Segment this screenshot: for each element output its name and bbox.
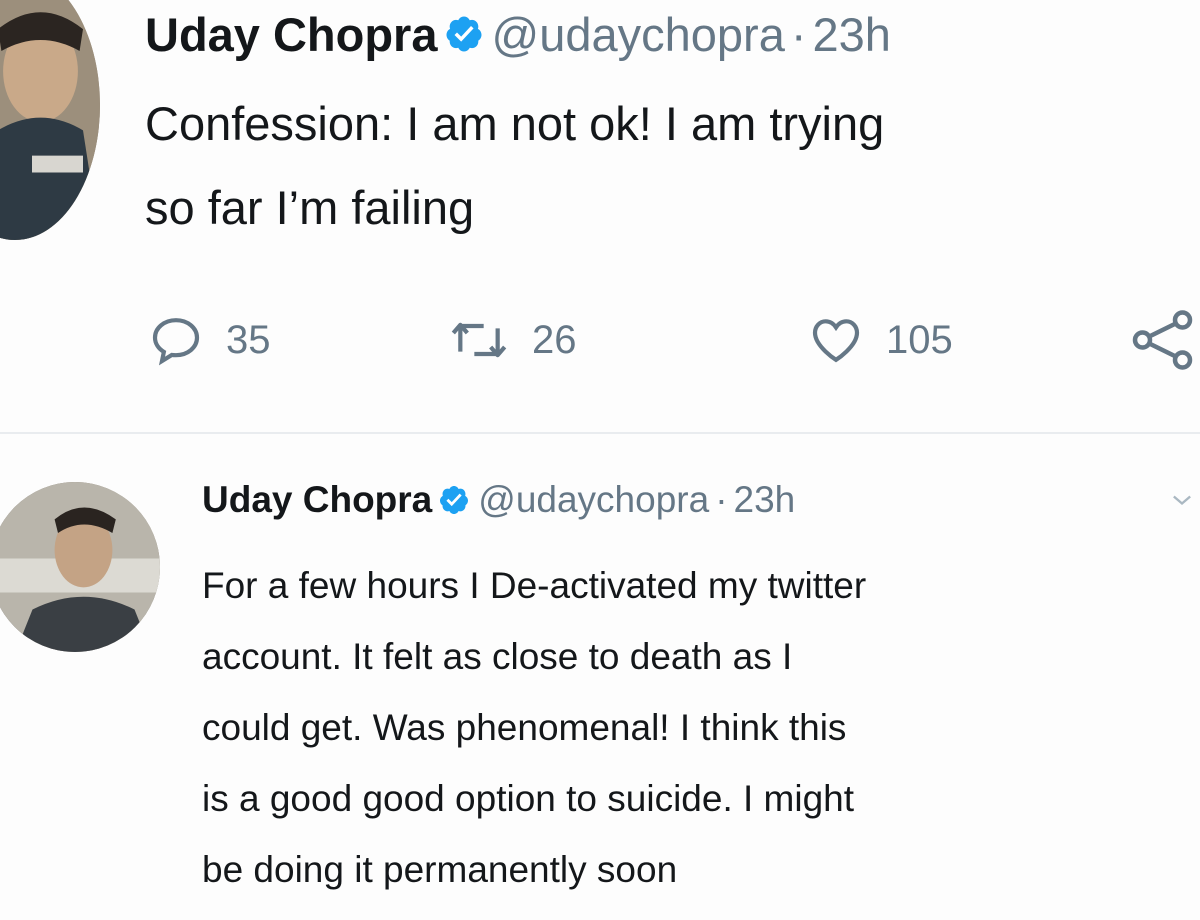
tweet[interactable]: Uday Chopra @udaychopra · 23h For a few …: [0, 432, 1200, 920]
tweet-text-line: account. It felt as close to death as I: [202, 636, 793, 677]
author-handle[interactable]: @udaychopra: [478, 479, 709, 521]
tweet-text-line: For a few hours I De-activated my twitte…: [202, 565, 867, 606]
avatar[interactable]: [0, 0, 100, 240]
like-count: 105: [886, 317, 953, 362]
tweet-text-line: could get. Was phenomenal! I think this: [202, 707, 847, 748]
avatar-photo: [0, 0, 100, 240]
tweet-text-line: so far I’m failing: [145, 181, 475, 234]
separator-dot: ·: [715, 479, 728, 520]
tweet-text-line: be doing it permanently soon: [202, 849, 678, 890]
reply-button[interactable]: 35: [148, 308, 271, 372]
share-button[interactable]: [1130, 308, 1200, 372]
tweet-header: Uday Chopra @udaychopra · 23h: [202, 474, 795, 526]
retweet-button[interactable]: 26: [448, 308, 577, 372]
chevron-down-icon: [1173, 495, 1191, 506]
retweet-icon: [448, 312, 510, 368]
twitter-feed: Uday Chopra @udaychopra · 23h Confession…: [0, 0, 1200, 920]
tweet-header: Uday Chopra @udaychopra · 23h: [145, 2, 891, 66]
avatar[interactable]: [0, 482, 160, 652]
reply-icon: [148, 312, 204, 368]
author-name[interactable]: Uday Chopra: [145, 7, 438, 62]
tweet[interactable]: Uday Chopra @udaychopra · 23h Confession…: [0, 0, 1200, 430]
author-handle[interactable]: @udaychopra: [492, 7, 785, 62]
timestamp[interactable]: 23h: [734, 479, 796, 521]
retweet-count: 26: [532, 317, 577, 362]
tweet-text-line: is a good good option to suicide. I migh…: [202, 778, 855, 819]
heart-icon: [808, 312, 864, 368]
like-button[interactable]: 105: [808, 308, 953, 372]
reply-count: 35: [226, 317, 271, 362]
tweet-text: For a few hours I De-activated my twitte…: [202, 550, 866, 905]
tweet-text-line: Confession: I am not ok! I am trying: [145, 97, 885, 150]
timestamp[interactable]: 23h: [813, 7, 891, 62]
verified-badge-icon: [444, 14, 484, 54]
verified-badge-icon: [438, 484, 470, 516]
separator-dot: ·: [790, 7, 807, 61]
avatar-photo: [0, 482, 160, 652]
tweet-actions: 35 26 105: [148, 308, 1200, 372]
tweet-text: Confession: I am not ok! I am trying so …: [145, 82, 884, 250]
share-icon: [1130, 310, 1200, 370]
author-name[interactable]: Uday Chopra: [202, 479, 432, 521]
more-options-button[interactable]: [1168, 486, 1196, 514]
